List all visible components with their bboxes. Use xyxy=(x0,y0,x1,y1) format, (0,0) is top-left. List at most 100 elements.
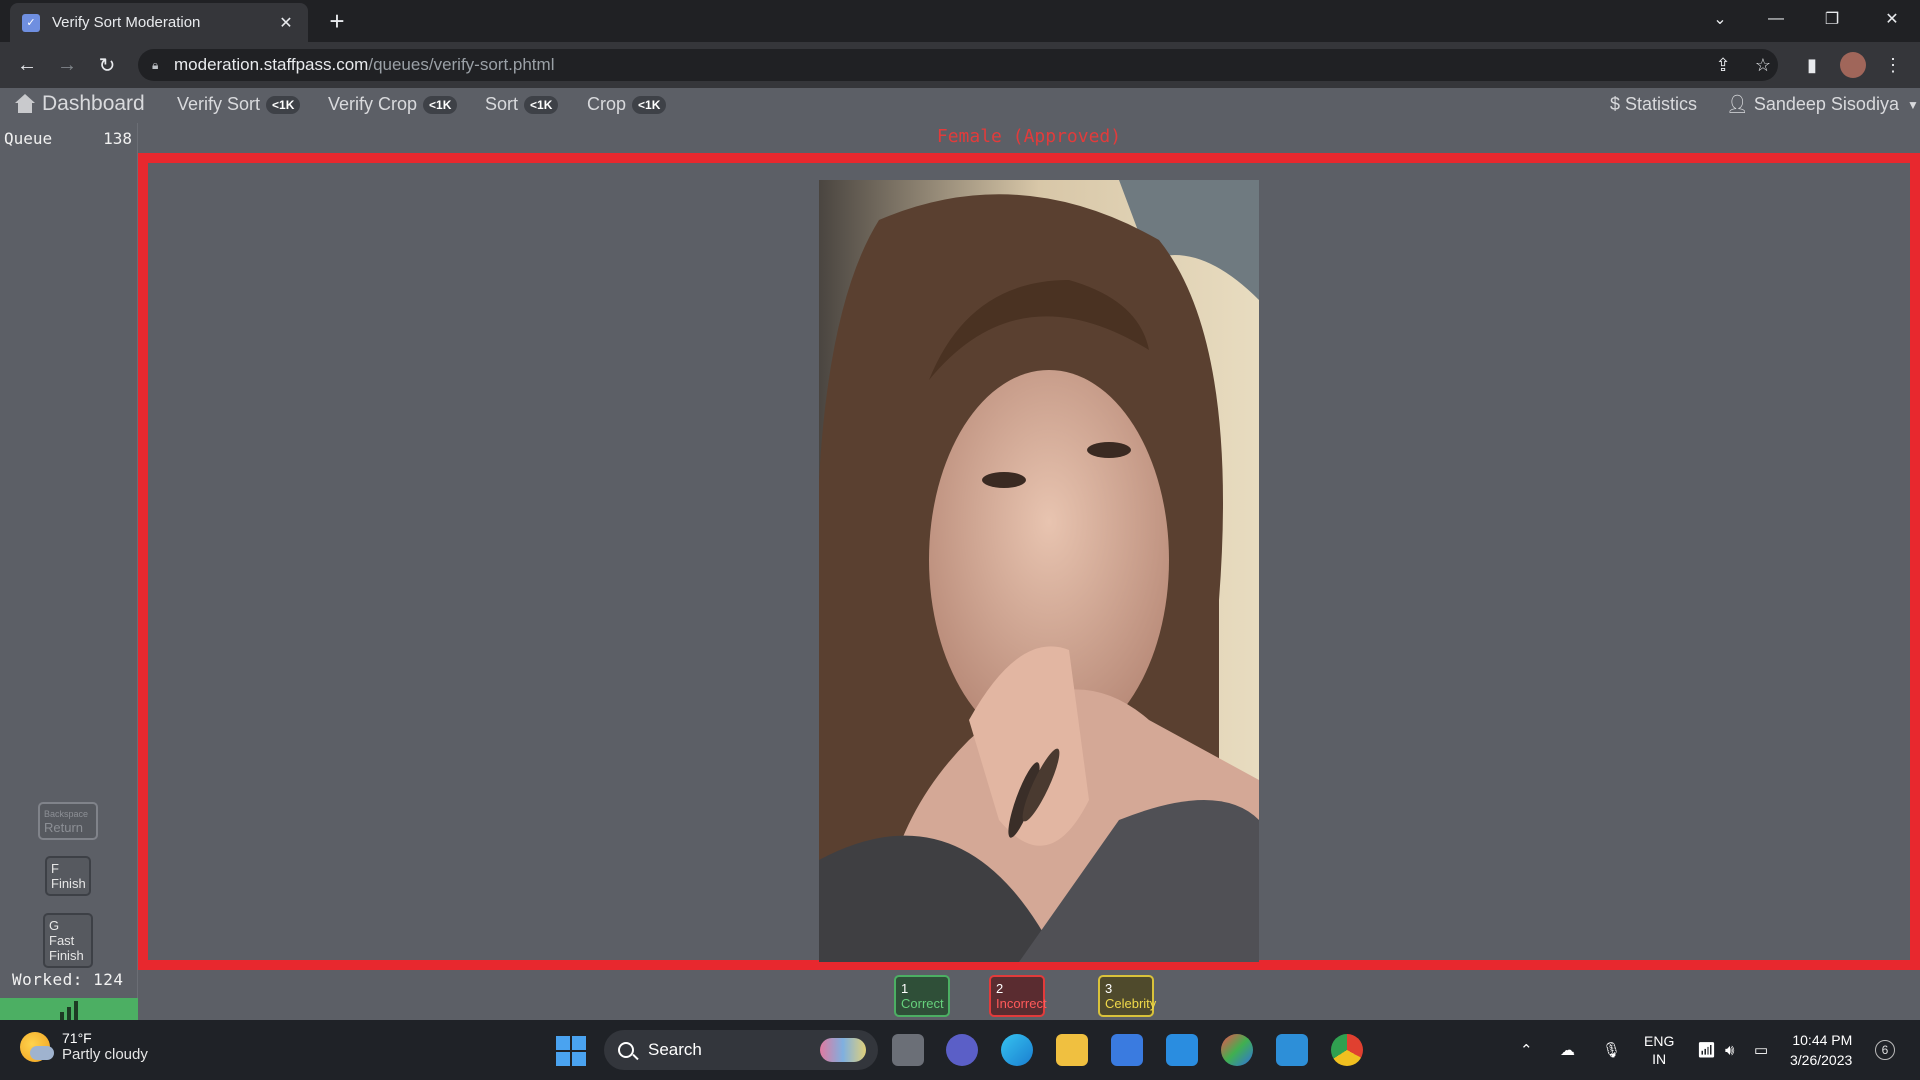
minimize-button[interactable]: — xyxy=(1748,0,1804,38)
reload-button[interactable]: ↻ xyxy=(92,50,122,80)
finish-button[interactable]: F Finish xyxy=(45,856,91,896)
count-badge: <1K xyxy=(423,95,458,114)
volume-icon[interactable]: 🔊︎ xyxy=(1725,1020,1734,1080)
language-code: ENG xyxy=(1644,1033,1675,1049)
onedrive-icon[interactable]: ☁ xyxy=(1560,1020,1575,1080)
address-bar[interactable]: 🔒︎ moderation.staffpass.com/queues/verif… xyxy=(138,49,1778,81)
nav-sort[interactable]: Sort <1K xyxy=(485,94,559,115)
button-label: Finish xyxy=(51,876,86,891)
fast-finish-button[interactable]: G Fast Finish xyxy=(43,913,93,968)
nav-verify-sort[interactable]: Verify Sort <1K xyxy=(177,94,301,115)
share-icon[interactable]: ⇪ xyxy=(1708,50,1738,80)
count-badge: <1K xyxy=(266,95,301,114)
region-code: IN xyxy=(1652,1051,1667,1067)
task-view-icon[interactable] xyxy=(892,1034,924,1066)
nav-label: Verify Sort xyxy=(177,94,261,114)
microsoft-store-icon[interactable] xyxy=(1111,1034,1143,1066)
system-clock[interactable]: 10:44 PM 3/26/2023 xyxy=(1790,1030,1852,1070)
user-icon: 👤︎ xyxy=(1726,94,1749,114)
user-menu[interactable]: 👤︎ Sandeep Sisodiya ▼ xyxy=(1726,94,1919,115)
language-indicator[interactable]: ENG IN xyxy=(1644,1020,1674,1080)
battery-icon[interactable]: ▭ xyxy=(1754,1020,1768,1080)
tab-search-chevron-icon[interactable]: ⌄ xyxy=(1692,0,1748,38)
hotkey-label: 3 xyxy=(1105,981,1113,996)
hotkey-label: F xyxy=(51,861,59,876)
caret-down-icon: ▼ xyxy=(1906,97,1919,112)
nav-label: Verify Crop xyxy=(328,94,418,114)
weather-widget[interactable]: 71°F Partly cloudy xyxy=(20,1030,148,1063)
restore-button[interactable]: ❐ xyxy=(1804,0,1860,38)
button-label: Return xyxy=(44,820,84,835)
classification-label: Female (Approved) xyxy=(936,126,1122,147)
sidebar: Queue 138 Backspace Return F Finish G Fa… xyxy=(0,123,138,1020)
close-window-button[interactable]: ✕ xyxy=(1864,0,1920,38)
correct-button[interactable]: 1 Correct xyxy=(894,975,950,1017)
stats-bar[interactable] xyxy=(0,998,138,1020)
profile-avatar[interactable] xyxy=(1838,50,1868,80)
menu-kebab-icon[interactable]: ⋮ xyxy=(1878,50,1908,80)
chrome-icon[interactable] xyxy=(1331,1034,1363,1066)
notification-count-badge[interactable]: 6 xyxy=(1875,1040,1895,1060)
button-label: Finish xyxy=(49,948,84,963)
queue-count: 138 xyxy=(103,129,132,148)
app-navbar: Dashboard Verify Sort <1K Verify Crop <1… xyxy=(0,88,1920,123)
notepad-icon[interactable] xyxy=(1276,1034,1308,1066)
nav-dashboard[interactable]: Dashboard xyxy=(14,92,145,116)
photo-image xyxy=(819,180,1259,962)
search-highlight-icon xyxy=(820,1038,866,1062)
show-hidden-icons-icon[interactable]: ⌃ xyxy=(1520,1020,1533,1080)
browser-tab[interactable]: ✓ Verify Sort Moderation ✕ xyxy=(10,3,308,42)
browser-tabbar: ✓ Verify Sort Moderation ✕ + ⌄ — ❐ ✕ xyxy=(0,0,1920,42)
back-button[interactable]: ← xyxy=(12,50,42,80)
count-badge: <1K xyxy=(632,95,667,114)
return-button[interactable]: Backspace Return xyxy=(38,802,98,840)
mail-icon[interactable] xyxy=(1166,1034,1198,1066)
worked-count: Worked: 124 xyxy=(12,970,124,989)
search-icon xyxy=(618,1042,634,1058)
nav-label: Sort xyxy=(485,94,519,114)
user-name: Sandeep Sisodiya xyxy=(1753,94,1899,114)
nav-crop[interactable]: Crop <1K xyxy=(587,94,667,115)
tab-close-icon[interactable]: ✕ xyxy=(276,13,296,33)
file-explorer-icon[interactable] xyxy=(1056,1034,1088,1066)
edge-browser-icon[interactable] xyxy=(1001,1034,1033,1066)
new-tab-button[interactable]: + xyxy=(322,6,352,37)
button-label: Incorrect xyxy=(996,996,1047,1011)
queue-label: Queue xyxy=(4,129,53,148)
wifi-icon[interactable]: 📶︎ xyxy=(1697,1020,1716,1080)
button-label: Celebrity xyxy=(1105,996,1157,1011)
clock-date: 3/26/2023 xyxy=(1790,1052,1853,1068)
nav-verify-crop[interactable]: Verify Crop <1K xyxy=(328,94,458,115)
button-label: Correct xyxy=(901,996,944,1011)
site-favicon-icon: ✓ xyxy=(22,13,40,32)
queue-counter: Queue 138 xyxy=(4,129,132,148)
partly-cloudy-icon xyxy=(20,1031,54,1062)
celebrity-button[interactable]: 3 Celebrity xyxy=(1098,975,1157,1017)
teams-chat-icon[interactable] xyxy=(946,1034,978,1066)
nav-statistics[interactable]: $ Statistics xyxy=(1610,94,1697,115)
clock-time: 10:44 PM xyxy=(1792,1032,1853,1048)
start-windows-icon[interactable] xyxy=(556,1036,586,1066)
taskbar-search[interactable]: Search xyxy=(604,1030,878,1070)
hotkey-label: 1 xyxy=(901,981,909,996)
side-panel-icon[interactable]: ▮ xyxy=(1797,50,1827,80)
search-label: Search xyxy=(648,1040,702,1059)
browser-toolbar: ← → ↻ 🔒︎ moderation.staffpass.com/queues… xyxy=(0,42,1920,88)
temperature: 71°F xyxy=(62,1030,92,1046)
count-badge: <1K xyxy=(524,95,559,114)
microphone-icon[interactable]: 🎙︎ xyxy=(1602,1020,1621,1080)
nav-dashboard-label: Dashboard xyxy=(42,92,145,115)
lock-icon: 🔒︎ xyxy=(152,57,159,72)
weather-condition: Partly cloudy xyxy=(62,1046,148,1063)
hotkey-label: Backspace xyxy=(44,809,89,819)
bookmark-star-icon[interactable]: ☆ xyxy=(1748,50,1778,80)
incorrect-button[interactable]: 2 Incorrect xyxy=(989,975,1047,1017)
url-host: moderation.staffpass.com xyxy=(174,55,369,74)
moderation-photo xyxy=(819,180,1259,962)
image-frame xyxy=(138,153,1920,970)
taskbar: 71°F Partly cloudy Search ⌃ ☁ 🎙︎ ENG IN … xyxy=(0,1020,1920,1080)
photos-app-icon[interactable] xyxy=(1221,1034,1253,1066)
nav-statistics-label: $ Statistics xyxy=(1610,94,1698,114)
home-icon xyxy=(14,94,36,114)
forward-button[interactable]: → xyxy=(52,50,82,80)
